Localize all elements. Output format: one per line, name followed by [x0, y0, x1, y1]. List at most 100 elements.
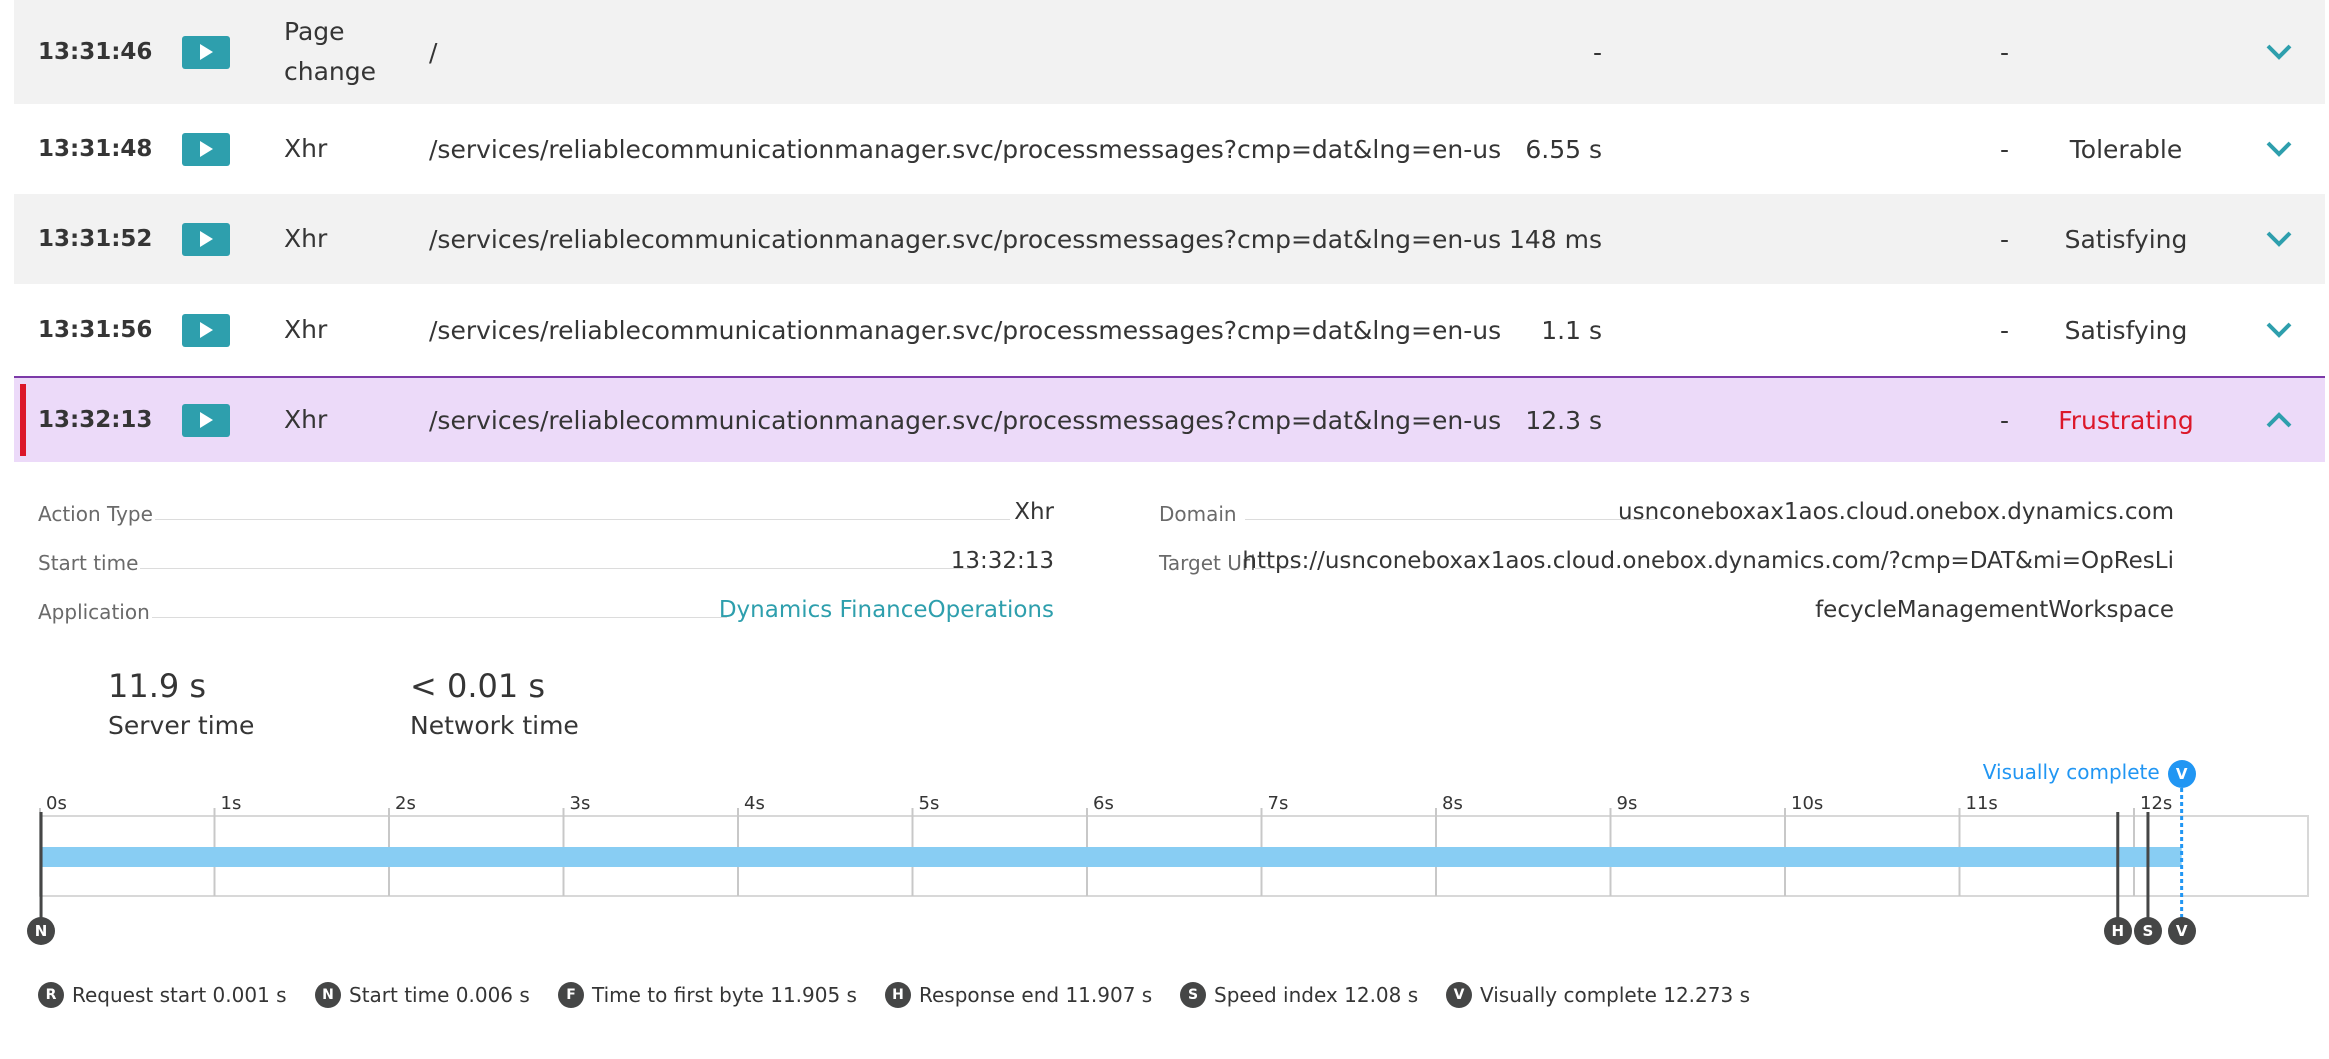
action-extra: - [1999, 37, 2009, 67]
divider [155, 519, 1010, 520]
action-rating: Satisfying [2064, 224, 2188, 254]
chevron-down-icon[interactable] [2259, 37, 2299, 67]
domain-label: Domain [1159, 502, 1237, 526]
play-icon[interactable] [182, 132, 230, 166]
action-time: 13:31:46 [38, 39, 153, 65]
legend-label: Start time 0.006 s [349, 983, 530, 1007]
action-url: /services/reliablecommunicationmanager.s… [429, 134, 1502, 164]
legend-h-icon: H [885, 982, 911, 1008]
timeline-tick-label: 9s [1616, 793, 1638, 814]
timeline-tick-label: 8s [1442, 793, 1463, 814]
legend-s-icon: S [1180, 982, 1206, 1008]
play-icon[interactable] [182, 313, 230, 347]
action-type-value: Xhr [1014, 499, 1054, 525]
legend-v-icon: V [1446, 982, 1472, 1008]
legend-n-icon: N [315, 982, 341, 1008]
marker-h-icon: H [2103, 917, 2132, 945]
action-duration: 1.1 s [1541, 315, 1602, 345]
action-type: Xhr [284, 134, 328, 163]
action-type: Xhr [284, 405, 328, 434]
chevron-up-icon[interactable] [2259, 405, 2299, 435]
chevron-down-icon[interactable] [2259, 315, 2299, 345]
frustrating-marker [20, 384, 26, 456]
timeline-tick-label: 10s [1791, 793, 1824, 814]
network-time-label: Network time [410, 711, 579, 740]
legend-label: Response end 11.907 s [919, 983, 1153, 1007]
timeline-tick-label: 2s [395, 793, 416, 814]
action-rating: Tolerable [2069, 134, 2183, 164]
chevron-down-icon[interactable] [2259, 224, 2299, 254]
chevron-down-icon[interactable] [2259, 134, 2299, 164]
legend-r-icon: R [38, 982, 64, 1008]
target-url-label: Target Url [1159, 551, 1256, 575]
visually-complete-icon: V [2167, 760, 2196, 788]
timeline-tick-label: 12s [2140, 793, 2173, 814]
legend-label: Time to first byte 11.905 s [592, 983, 857, 1007]
action-url: / [429, 37, 438, 67]
application-label: Application [38, 600, 150, 624]
play-icon[interactable] [182, 403, 230, 437]
timeline-tick-label: 6s [1093, 793, 1114, 814]
timeline-tick-label: 11s [1965, 793, 1998, 814]
action-duration: 6.55 s [1525, 134, 1602, 164]
application-link[interactable]: Dynamics FinanceOperations [719, 597, 1054, 623]
play-icon[interactable] [182, 35, 230, 69]
action-row[interactable]: 13:31:46 Page change / - - [14, 0, 2325, 104]
action-type-label: Action Type [38, 502, 153, 526]
legend-item: V Visually complete 12.273 s [1446, 982, 1750, 1008]
target-url-value: https://usnconeboxax1aos.cloud.onebox.dy… [1242, 548, 2174, 574]
server-time-label: Server time [108, 711, 255, 740]
action-rating: Satisfying [2064, 315, 2188, 345]
target-url-value-continued: fecycleManagementWorkspace [1815, 597, 2174, 623]
marker-n-icon: N [27, 917, 56, 945]
action-type: Xhr [284, 224, 328, 253]
timeline-tick-label: 7s [1267, 793, 1289, 814]
legend-label: Request start 0.001 s [72, 983, 287, 1007]
action-duration: 148 ms [1508, 224, 1602, 254]
action-extra: - [1999, 134, 2009, 164]
divider [152, 617, 727, 618]
request-bar [40, 847, 2182, 867]
legend-item: H Response end 11.907 s [885, 982, 1152, 1008]
action-url: /services/reliablecommunicationmanager.s… [429, 315, 1502, 345]
timeline-tick-label: 4s [744, 793, 765, 814]
legend-label: Speed index 12.08 s [1214, 983, 1419, 1007]
action-rating: Frustrating [2058, 405, 2194, 435]
timeline-chart [39, 774, 2309, 920]
action-row[interactable]: 13:31:52 Xhr /services/reliablecommunica… [14, 194, 2325, 284]
marker-s-icon: S [2133, 917, 2162, 945]
action-type: Page change [284, 17, 377, 86]
legend-f-icon: F [558, 982, 584, 1008]
start-time-value: 13:32:13 [950, 548, 1054, 574]
legend-item: R Request start 0.001 s [38, 982, 287, 1008]
timeline-tick-label: 3s [569, 793, 591, 814]
action-time: 13:31:52 [38, 226, 153, 252]
timeline-tick-label: 1s [220, 793, 242, 814]
server-time-value: 11.9 s [108, 667, 207, 705]
action-duration: - [1592, 37, 1602, 67]
divider [1245, 519, 1655, 520]
action-extra: - [1999, 315, 2009, 345]
legend-item: F Time to first byte 11.905 s [558, 982, 857, 1008]
play-icon[interactable] [182, 222, 230, 256]
action-duration: 12.3 s [1525, 405, 1602, 435]
legend-item: N Start time 0.006 s [315, 982, 530, 1008]
legend-item: S Speed index 12.08 s [1180, 982, 1418, 1008]
action-row[interactable]: 13:31:56 Xhr /services/reliablecommunica… [14, 284, 2325, 376]
timeline-tick-label: 0s [46, 793, 67, 814]
action-time: 13:32:13 [38, 407, 153, 433]
action-type: Xhr [284, 315, 328, 344]
marker-v-icon: V [2167, 917, 2196, 945]
timeline-tick-label: 5s [918, 793, 940, 814]
action-time: 13:31:56 [38, 317, 153, 343]
network-time-value: < 0.01 s [410, 667, 546, 705]
action-row-selected[interactable]: 13:32:13 Xhr /services/reliablecommunica… [14, 376, 2325, 462]
action-url: /services/reliablecommunicationmanager.s… [429, 224, 1502, 254]
action-row[interactable]: 13:31:48 Xhr /services/reliablecommunica… [14, 104, 2325, 194]
domain-value: usnconeboxax1aos.cloud.onebox.dynamics.c… [1618, 499, 2174, 525]
action-extra: - [1999, 405, 2009, 435]
divider [140, 568, 970, 569]
action-extra: - [1999, 224, 2009, 254]
legend-label: Visually complete 12.273 s [1480, 983, 1750, 1007]
start-time-label: Start time [38, 551, 139, 575]
